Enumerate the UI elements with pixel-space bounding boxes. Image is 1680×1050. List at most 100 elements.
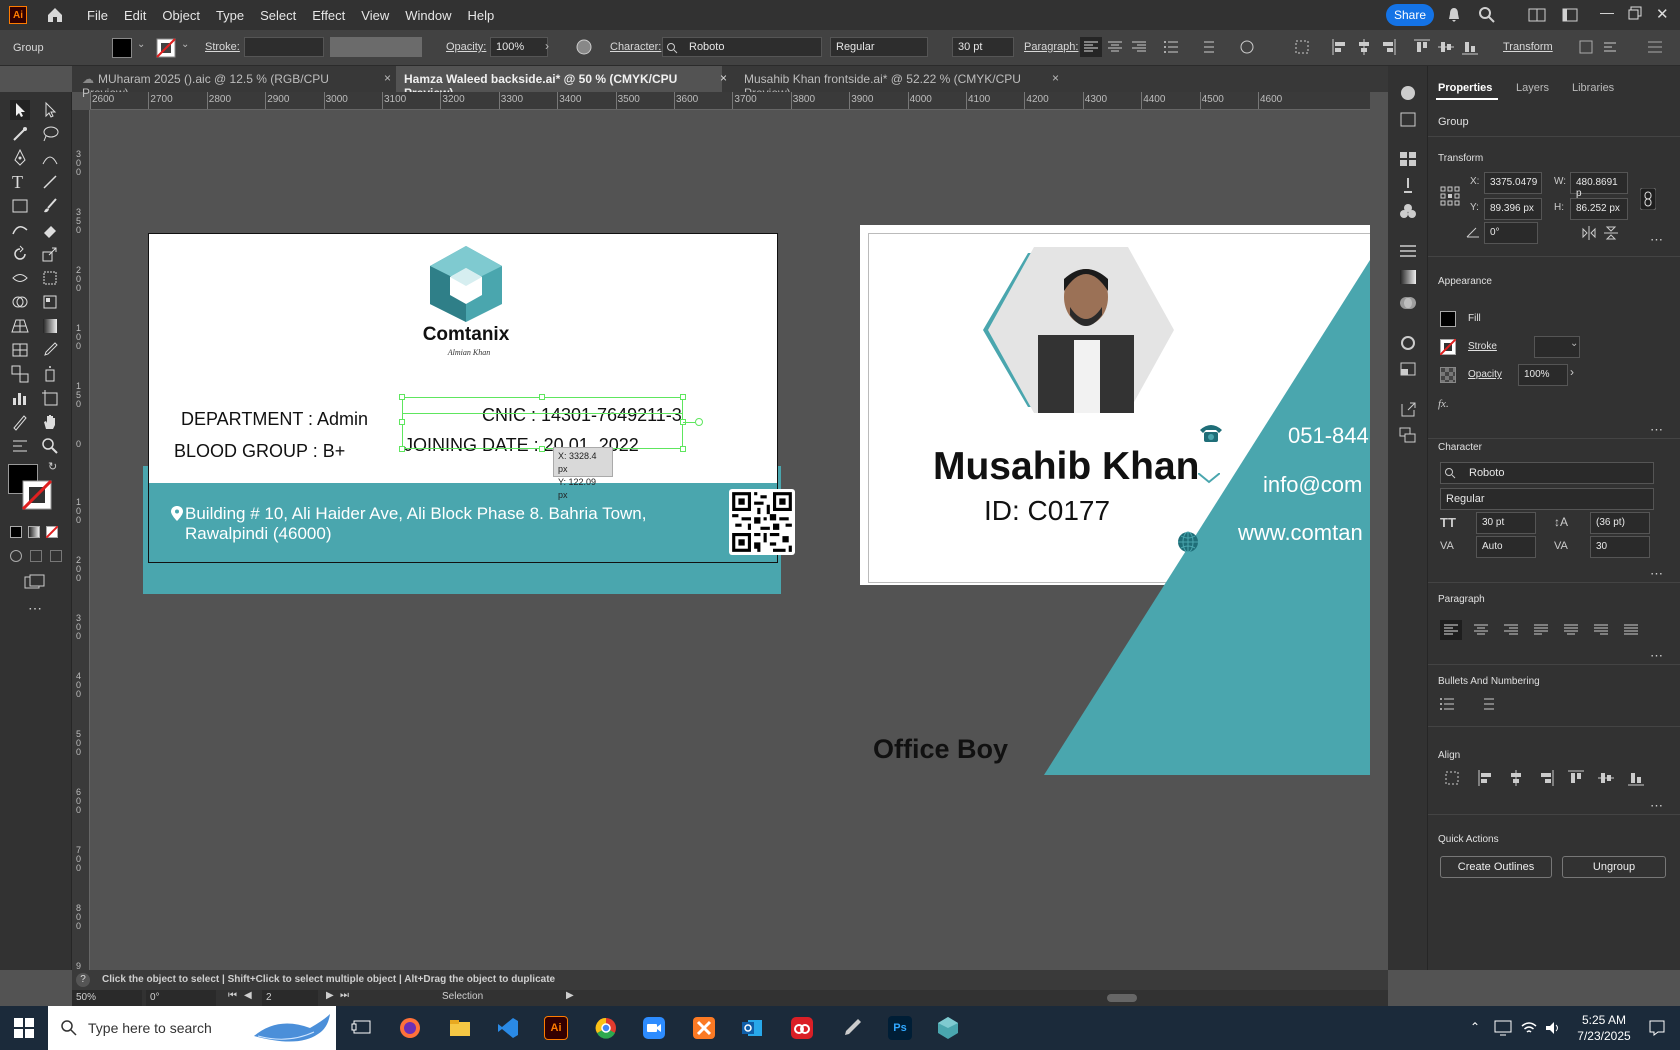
chevron-down-icon[interactable]: ⌄ (181, 39, 189, 50)
graphic-styles-icon[interactable] (1398, 360, 1418, 378)
chrome-icon[interactable] (594, 1016, 618, 1040)
opacity-field[interactable]: 100% (490, 37, 548, 57)
perspective-grid-tool-icon[interactable] (10, 316, 30, 336)
task-view-icon[interactable] (350, 1016, 374, 1040)
panel-leading[interactable]: (36 pt) (1590, 512, 1650, 534)
zoom-field[interactable]: 50% (72, 990, 142, 1006)
appearance-stroke-swatch[interactable] (1440, 339, 1456, 355)
volume-icon[interactable] (1544, 1020, 1562, 1036)
swatches-icon[interactable] (1398, 150, 1418, 168)
flip-vertical-icon[interactable] (1604, 226, 1618, 240)
horizontal-scrollbar-thumb[interactable] (1107, 994, 1137, 1002)
pen-app-icon[interactable] (840, 1016, 864, 1040)
workspace-icon[interactable] (1528, 8, 1546, 22)
magic-wand-tool-icon[interactable] (10, 124, 30, 144)
align-right-objects-icon[interactable] (1380, 39, 1396, 55)
tab-hamza-backside[interactable]: Hamza Waleed backside.ai* @ 50 % (CMYK/C… (396, 66, 722, 100)
more-options-icon[interactable]: ⋯ (1650, 422, 1663, 438)
numbering-icon[interactable] (1480, 698, 1494, 710)
last-artboard-icon[interactable]: ⏭ (340, 990, 349, 1001)
panel-menu-icon[interactable] (1648, 39, 1662, 55)
scale-tool-icon[interactable] (40, 244, 60, 264)
menu-edit[interactable]: Edit (124, 8, 146, 23)
minimize-icon[interactable]: — (1600, 4, 1614, 20)
menu-select[interactable]: Select (260, 8, 296, 23)
reference-point-icon[interactable] (1440, 186, 1460, 206)
tab-close-icon[interactable]: × (1052, 71, 1059, 85)
tab-properties[interactable]: Properties (1438, 82, 1492, 94)
text-overflow-handle[interactable] (695, 418, 703, 426)
align-center-icon[interactable] (1474, 624, 1488, 636)
slice-tool-icon[interactable] (10, 412, 30, 432)
department-text[interactable]: DEPARTMENT : Admin (181, 409, 368, 430)
status-menu-icon[interactable]: ▶ (566, 990, 574, 1001)
chevron-down-icon[interactable]: ⌄ (137, 39, 145, 50)
align-bottom-objects-icon[interactable] (1462, 39, 1478, 55)
illustrator-taskbar-icon[interactable]: Ai (544, 1016, 568, 1040)
appearance-icon[interactable] (1398, 334, 1418, 352)
more-options-icon[interactable]: ⋯ (1650, 798, 1663, 814)
align-vcenter-objects-icon[interactable] (1598, 770, 1614, 786)
align-to-icon[interactable] (1444, 770, 1460, 786)
character-label[interactable]: Character: (610, 41, 661, 53)
paintbrush-tool-icon[interactable] (40, 196, 60, 216)
rectangle-tool-icon[interactable] (10, 196, 30, 216)
more-options-icon[interactable]: ⋯ (1650, 648, 1663, 664)
w-field[interactable]: 480.8691 p (1570, 172, 1628, 199)
selection-handle[interactable] (680, 446, 686, 452)
photoshop-icon[interactable]: Ps (888, 1016, 912, 1040)
arrange-icon[interactable] (1562, 8, 1578, 22)
selection-tool-icon[interactable] (10, 100, 30, 120)
system-clock[interactable]: 5:25 AM 7/23/2025 (1564, 1012, 1644, 1044)
windows-start-icon[interactable] (14, 1018, 34, 1038)
bullets-icon[interactable] (1164, 41, 1178, 53)
menu-type[interactable]: Type (216, 8, 244, 23)
close-window-icon[interactable]: ✕ (1656, 5, 1669, 23)
designation-text[interactable]: Office Boy (873, 734, 1008, 765)
y-field[interactable]: 89.396 px (1484, 198, 1542, 220)
align-center-icon[interactable] (1108, 41, 1122, 53)
mesh-tool-icon[interactable] (10, 340, 30, 360)
draw-normal-icon[interactable] (10, 550, 22, 562)
gradient-panel-icon[interactable] (1398, 268, 1418, 286)
libraries-icon[interactable] (1398, 110, 1418, 128)
tab-muharam[interactable]: ☁MUharam 2025 ().aic @ 12.5 % (RGB/CPU P… (74, 66, 374, 100)
h-field[interactable]: 86.252 px (1570, 198, 1628, 220)
menu-window[interactable]: Window (405, 8, 451, 23)
help-icon[interactable]: ? (76, 973, 90, 987)
panel-font-size[interactable]: 30 pt (1476, 512, 1536, 534)
align-hcenter-objects-icon[interactable] (1508, 770, 1524, 786)
file-explorer-icon[interactable] (448, 1016, 472, 1040)
justify-center-icon[interactable] (1564, 624, 1578, 636)
draw-behind-icon[interactable] (30, 550, 42, 562)
menu-view[interactable]: View (361, 8, 389, 23)
panel-kerning[interactable]: Auto (1476, 536, 1536, 558)
chevron-down-icon[interactable]: ⌄ (1570, 338, 1578, 349)
curvature-tool-icon[interactable] (40, 148, 60, 168)
stroke-color-swatch[interactable] (22, 480, 52, 510)
tab-close-icon[interactable]: × (384, 71, 391, 85)
rotate-view-tool-icon[interactable] (10, 436, 30, 456)
align-left-objects-icon[interactable] (1478, 770, 1494, 786)
zoom-tool-icon[interactable] (40, 436, 60, 456)
font-size-field[interactable]: 30 pt (952, 37, 1014, 57)
selection-handle[interactable] (680, 394, 686, 400)
none-mode-icon[interactable] (46, 526, 58, 538)
global-edit-icon[interactable] (1238, 39, 1256, 55)
numbering-icon[interactable] (1200, 41, 1214, 53)
artboard-field[interactable]: 2 (262, 990, 318, 1006)
ungroup-button[interactable]: Ungroup (1562, 856, 1666, 878)
menu-help[interactable]: Help (467, 8, 494, 23)
tab-close-icon[interactable]: × (720, 71, 727, 85)
xampp-icon[interactable] (692, 1016, 716, 1040)
selection-handle[interactable] (539, 394, 545, 400)
x-field[interactable]: 3375.0479 (1484, 172, 1542, 194)
variable-width-profile[interactable] (330, 37, 422, 57)
home-icon[interactable] (45, 5, 65, 25)
comtanix-app-icon[interactable] (936, 1016, 960, 1040)
back-card[interactable]: Comtanix Almian Khan DEPARTMENT : Admin … (148, 233, 795, 563)
justify-all-icon[interactable] (1624, 624, 1638, 636)
panel-font-style[interactable]: Regular (1440, 488, 1654, 510)
more-options-icon[interactable]: ⋯ (1650, 566, 1663, 582)
selection-handle[interactable] (399, 446, 405, 452)
